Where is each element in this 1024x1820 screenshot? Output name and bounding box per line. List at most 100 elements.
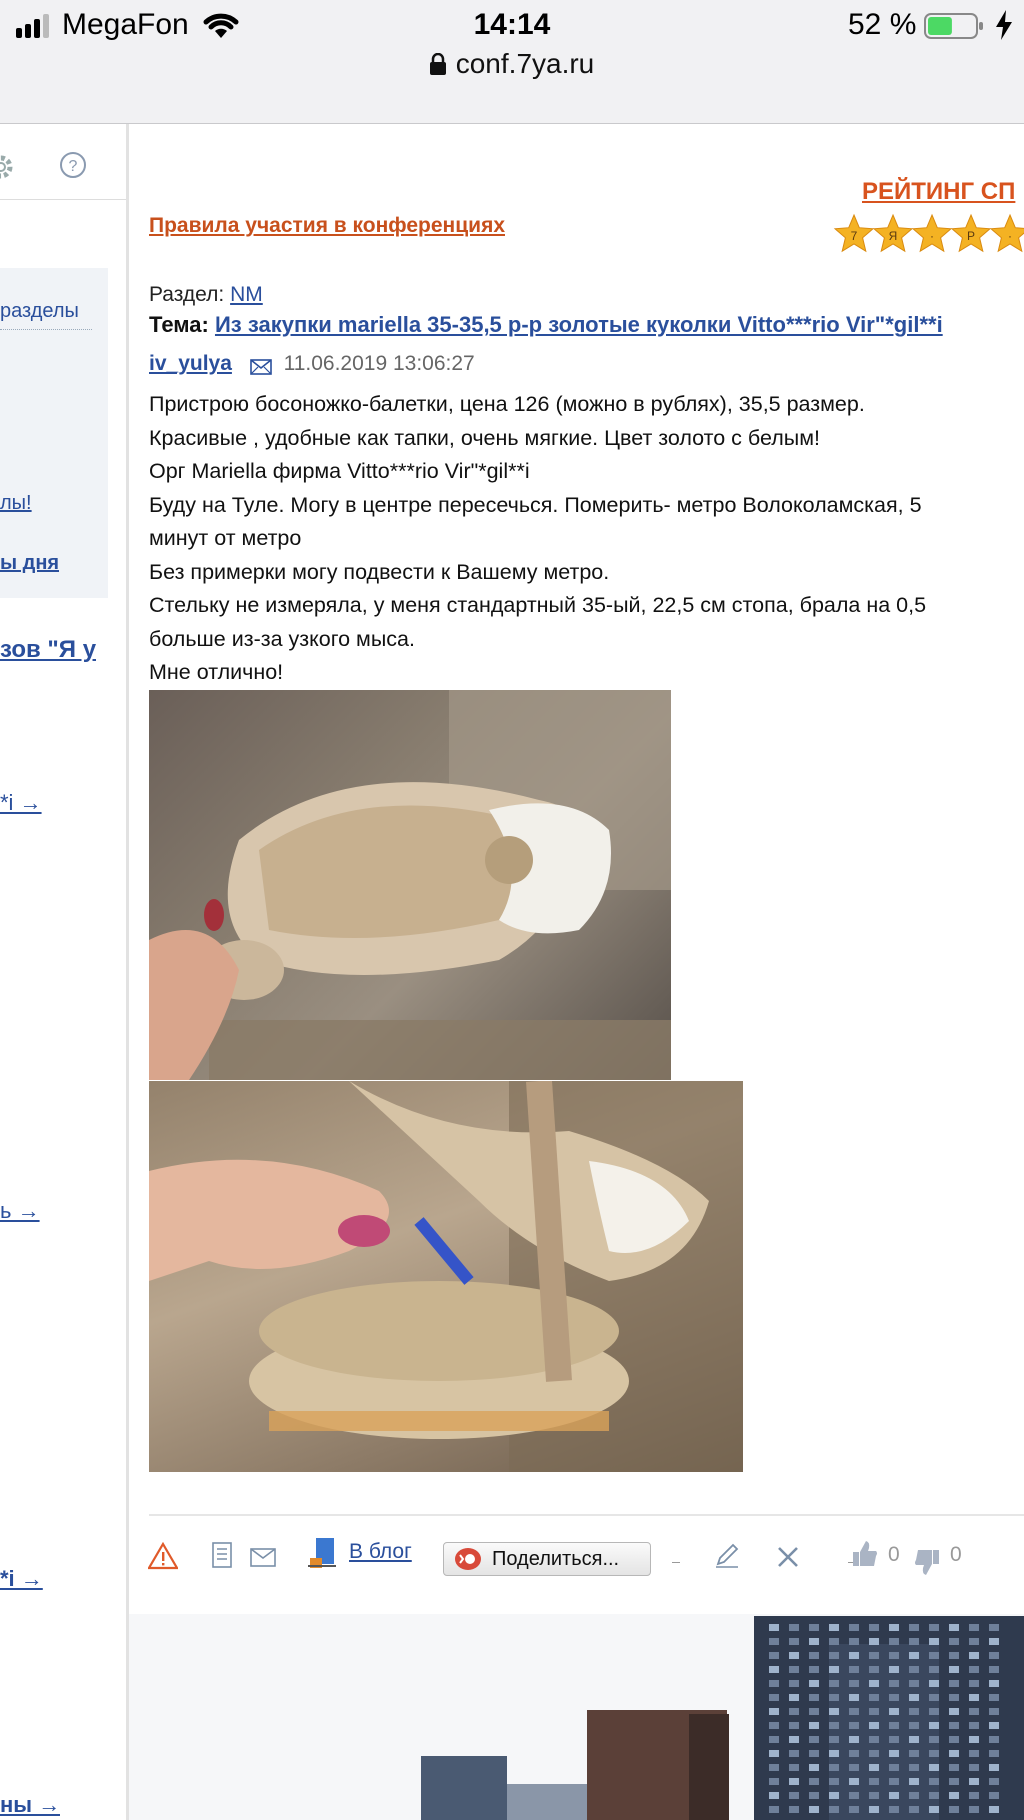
building-window <box>989 1638 999 1645</box>
building-window <box>949 1694 959 1701</box>
sidebar-link[interactable]: лы! <box>0 492 32 515</box>
building-window <box>789 1722 799 1729</box>
building-window <box>829 1764 839 1771</box>
building-window <box>849 1722 859 1729</box>
building-window <box>809 1736 819 1743</box>
building-window <box>849 1624 859 1631</box>
building-window <box>949 1806 959 1813</box>
building-window <box>789 1778 799 1785</box>
building-window <box>849 1652 859 1659</box>
building-window <box>769 1680 779 1687</box>
section-link[interactable]: NM <box>230 283 263 306</box>
help-icon[interactable]: ? <box>58 150 88 180</box>
building-window <box>949 1778 959 1785</box>
building-window <box>909 1736 919 1743</box>
building-window <box>969 1666 979 1673</box>
building-window <box>789 1680 799 1687</box>
building-window <box>969 1694 979 1701</box>
building-window <box>969 1722 979 1729</box>
post-body-line: Красивые , удобные как тапки, очень мягк… <box>149 425 820 450</box>
delete-icon[interactable] <box>776 1545 800 1569</box>
building-window <box>889 1792 899 1799</box>
building-window <box>849 1638 859 1645</box>
building-window <box>949 1764 959 1771</box>
reply-mail-icon[interactable] <box>250 1546 278 1568</box>
building-window <box>889 1778 899 1785</box>
warning-icon[interactable] <box>148 1542 178 1570</box>
sidebar-link[interactable]: ы дня <box>0 552 59 575</box>
gear-icon[interactable] <box>0 152 16 182</box>
author-link[interactable]: iv_yulya <box>149 352 232 375</box>
building-window <box>969 1624 979 1631</box>
building-window <box>989 1722 999 1729</box>
thumbs-down-icon[interactable] <box>914 1548 940 1576</box>
status-bar: MegaFon 14:14 52 % conf.7ya.ru <box>0 0 1024 124</box>
shoe-sole-photo[interactable] <box>149 1081 743 1472</box>
building-window <box>929 1736 939 1743</box>
shoe-photo[interactable] <box>149 690 671 1080</box>
sidebar-arrow-link[interactable]: ь → <box>0 1198 40 1224</box>
building-window <box>809 1694 819 1701</box>
building-window <box>909 1638 919 1645</box>
building-window <box>849 1750 859 1757</box>
post-body-line: Стельку не измеряла, у меня стандартный … <box>149 593 927 617</box>
building-window <box>849 1778 859 1785</box>
ad-banner[interactable] <box>129 1614 1024 1820</box>
building-window <box>849 1736 859 1743</box>
topic-link[interactable]: Из закупки mariella 35-35,5 р-р золотые … <box>215 312 943 337</box>
edit-icon[interactable] <box>714 1542 740 1568</box>
thumbs-up-icon[interactable] <box>852 1540 878 1568</box>
blog-link[interactable]: В блог <box>349 1540 412 1564</box>
sidebar-arrow-link[interactable]: *i → <box>0 790 42 816</box>
building-window <box>769 1694 779 1701</box>
sidebar-arrow-link[interactable]: ны → <box>0 1792 60 1818</box>
building-window <box>809 1750 819 1757</box>
mail-icon[interactable] <box>249 359 272 375</box>
rating-stars[interactable]: 7 Я · Р · <box>830 212 1024 258</box>
building-window <box>849 1708 859 1715</box>
rules-link[interactable]: Правила участия в конференциях <box>149 214 505 238</box>
section-line: Раздел: NM <box>149 283 263 307</box>
building-window <box>829 1778 839 1785</box>
building-window <box>769 1624 779 1631</box>
building-window <box>929 1778 939 1785</box>
blog-icon[interactable] <box>306 1536 342 1570</box>
quote-icon[interactable] <box>210 1542 234 1568</box>
sidebar-feature-link[interactable]: зов "Я у <box>0 636 96 664</box>
building-window <box>989 1666 999 1673</box>
building-window <box>829 1792 839 1799</box>
building-window <box>989 1694 999 1701</box>
rating-link[interactable]: РЕЙТИНГ СП <box>862 178 1015 206</box>
building-window <box>829 1806 839 1813</box>
building-window <box>769 1652 779 1659</box>
building-window <box>929 1666 939 1673</box>
building-window <box>769 1708 779 1715</box>
battery-percent: 52 % <box>848 8 917 41</box>
building-window <box>889 1624 899 1631</box>
building-window <box>909 1694 919 1701</box>
post-body-line: больше из-за узкого мыса. <box>149 626 415 651</box>
sidebar-arrow-link[interactable]: *i → <box>0 1566 43 1592</box>
building-window <box>789 1638 799 1645</box>
building-window <box>789 1736 799 1743</box>
building-window <box>949 1708 959 1715</box>
share-button[interactable]: Поделиться... <box>443 1542 651 1576</box>
building-window <box>929 1750 939 1757</box>
post-body-line: Орг Mariella фирма Vitto***rio Vir"*gil*… <box>149 459 530 483</box>
building-window <box>889 1666 899 1673</box>
building-window <box>989 1778 999 1785</box>
url-bar[interactable]: conf.7ya.ru <box>0 48 1024 80</box>
sidebar-sections-link[interactable]: разделы <box>0 300 92 330</box>
dislikes-count: 0 <box>950 1543 962 1566</box>
building-window <box>889 1708 899 1715</box>
building-window <box>929 1638 939 1645</box>
building-window <box>869 1750 879 1757</box>
sidebar-toolbar: ? <box>0 140 126 200</box>
rating-star-letter: 7 <box>851 229 858 243</box>
building-window <box>969 1792 979 1799</box>
building-window <box>869 1680 879 1687</box>
building-window <box>989 1750 999 1757</box>
topic-label: Тема: <box>149 312 209 337</box>
section-label: Раздел: <box>149 283 225 306</box>
building-window <box>909 1708 919 1715</box>
